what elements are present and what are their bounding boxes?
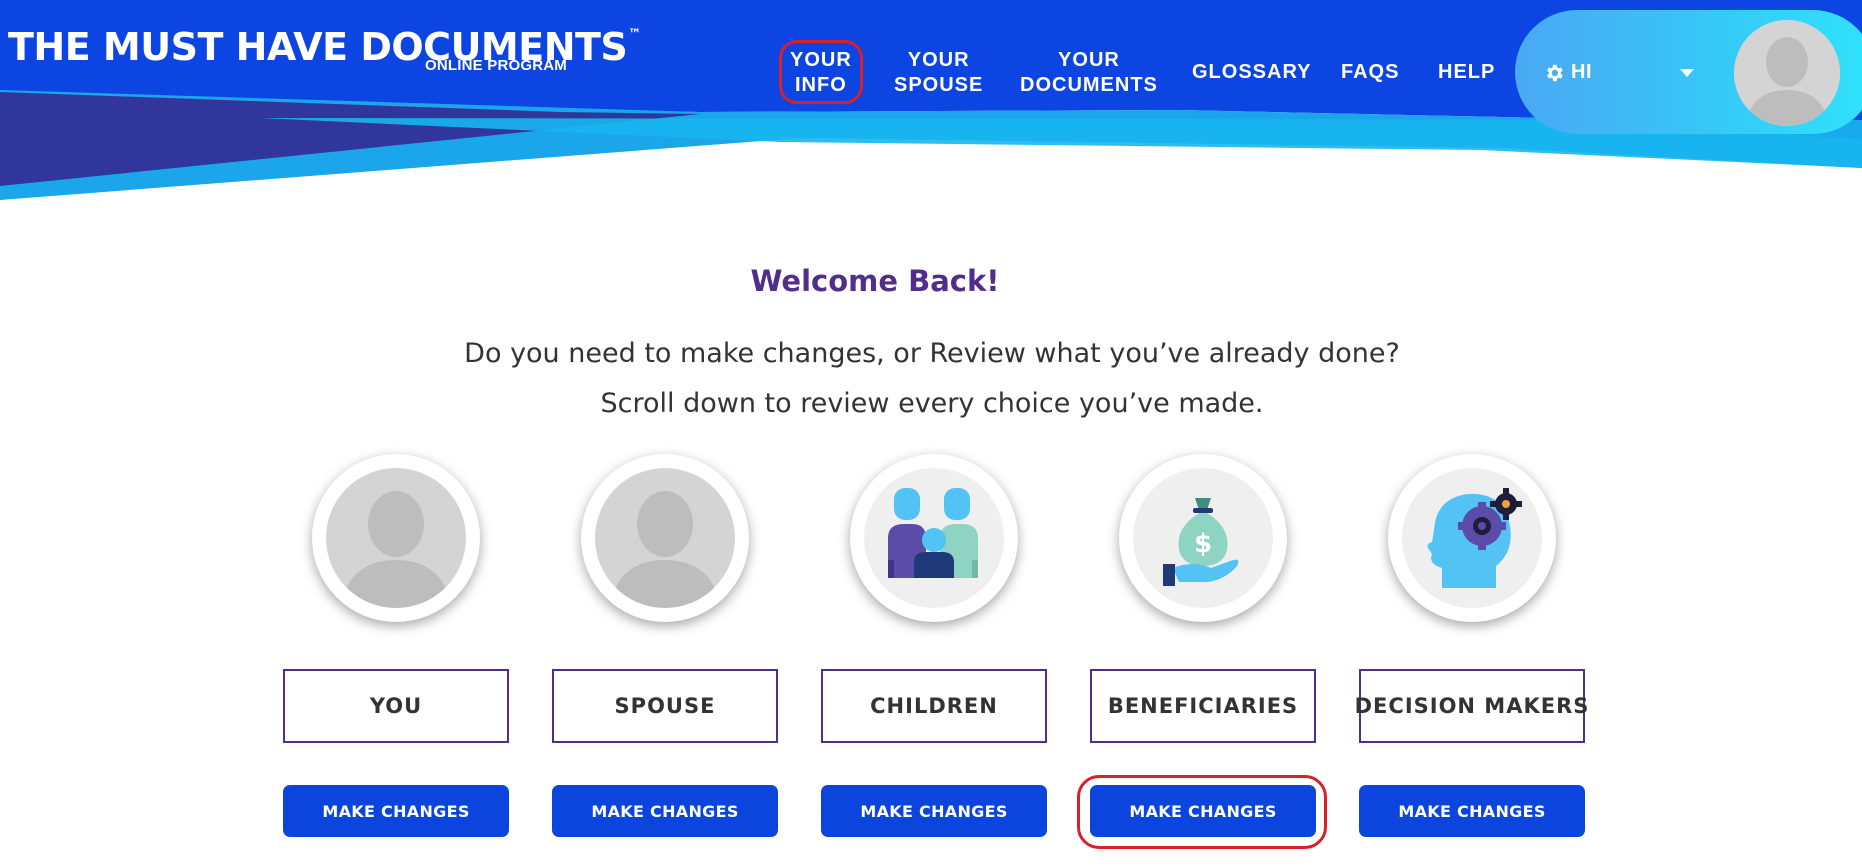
intro-line-1: Do you need to make changes, or Review w… [464, 338, 1400, 369]
svg-text:$: $ [1194, 529, 1212, 559]
user-greeting[interactable]: HI [1571, 61, 1592, 84]
make-changes-button-you[interactable]: MAKE CHANGES [283, 785, 509, 837]
family-icon [888, 488, 978, 578]
nav-faqs[interactable]: FAQS [1341, 60, 1399, 85]
section-image [1388, 454, 1556, 622]
section-label: YOU [283, 669, 509, 743]
section-image [581, 454, 749, 622]
gear-icon [1547, 64, 1563, 82]
make-changes-button-decision-makers[interactable]: MAKE CHANGES [1359, 785, 1585, 837]
logo-subtitle: ONLINE PROGRAM [425, 57, 567, 74]
highlight-annotation-button [1077, 775, 1327, 849]
section-image [312, 454, 480, 622]
nav-your-documents[interactable]: YOUR DOCUMENTS [1020, 48, 1158, 98]
site-header: THE MUST HAVE DOCUMENTS™ ONLINE PROGRAM … [0, 0, 1862, 210]
person-silhouette-icon [1734, 20, 1840, 126]
money-bag-hand-icon: $ [1163, 498, 1239, 586]
nav-your-spouse[interactable]: YOUR SPOUSE [894, 48, 983, 98]
nav-help[interactable]: HELP [1438, 60, 1495, 85]
avatar[interactable] [1734, 20, 1840, 126]
section-label: SPOUSE [552, 669, 778, 743]
section-label: BENEFICIARIES [1090, 669, 1316, 743]
chevron-down-icon[interactable] [1680, 69, 1694, 77]
section-image [850, 454, 1018, 622]
intro-line-2: Scroll down to review every choice you’v… [600, 388, 1264, 419]
section-label: DECISION MAKERS [1355, 669, 1588, 743]
highlight-annotation-nav [779, 40, 863, 104]
person-silhouette-icon [342, 491, 450, 608]
head-gear-icon [1427, 488, 1522, 588]
nav-glossary[interactable]: GLOSSARY [1192, 60, 1312, 85]
welcome-heading: Welcome Back! [750, 264, 1000, 298]
make-changes-button-children[interactable]: MAKE CHANGES [821, 785, 1047, 837]
trademark-mark: ™ [628, 27, 641, 42]
make-changes-button-spouse[interactable]: MAKE CHANGES [552, 785, 778, 837]
section-image: $ [1119, 454, 1287, 622]
person-silhouette-icon [611, 491, 719, 608]
section-label: CHILDREN [821, 669, 1047, 743]
